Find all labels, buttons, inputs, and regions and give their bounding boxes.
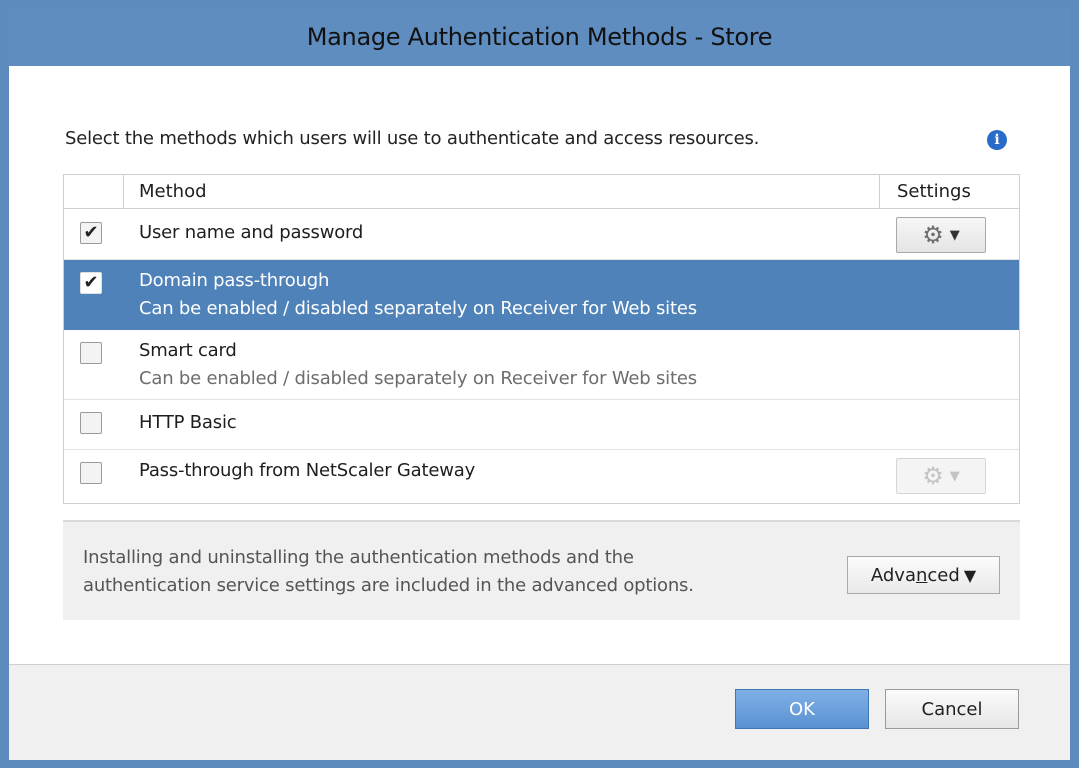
advanced-description-line: Installing and uninstalling the authenti… xyxy=(83,547,634,568)
header-settings[interactable]: Settings xyxy=(880,175,1019,209)
advanced-options-panel: Installing and uninstalling the authenti… xyxy=(63,520,1020,620)
settings-gear-button[interactable]: ⚙ ▼ xyxy=(896,217,986,253)
checkbox-smart-card[interactable] xyxy=(80,342,102,364)
checkbox-username-password[interactable]: ✔ xyxy=(80,222,102,244)
advanced-button[interactable]: Advanced ▼ xyxy=(847,556,1000,594)
caret-down-icon: ▼ xyxy=(963,565,977,585)
header-method[interactable]: Method xyxy=(124,175,880,209)
header-check-column xyxy=(64,175,124,209)
advanced-button-label: Advanced xyxy=(870,564,960,586)
checkbox-http-basic[interactable] xyxy=(80,412,102,434)
method-label: Domain pass-through xyxy=(139,270,330,291)
method-label: Smart card xyxy=(139,340,237,361)
dialog-title: Manage Authentication Methods - Store xyxy=(306,23,773,51)
dialog-window: Manage Authentication Methods - Store Se… xyxy=(0,0,1079,768)
caret-down-icon: ▼ xyxy=(949,468,960,484)
method-label: Pass-through from NetScaler Gateway xyxy=(139,460,476,481)
method-row-http-basic[interactable]: HTTP Basic xyxy=(64,400,1019,450)
title-bar: Manage Authentication Methods - Store xyxy=(9,8,1070,66)
method-note: Can be enabled / disabled separately on … xyxy=(139,298,697,319)
checkbox-netscaler-gateway[interactable] xyxy=(80,462,102,484)
ok-button[interactable]: OK xyxy=(735,689,869,729)
settings-gear-button-disabled[interactable]: ⚙ ▼ xyxy=(896,458,986,494)
method-row-domain-pass-through[interactable]: ✔ Domain pass-through Can be enabled / d… xyxy=(64,260,1019,330)
gear-icon: ⚙ xyxy=(922,462,944,490)
dialog-footer: OK Cancel xyxy=(9,664,1070,760)
method-label: HTTP Basic xyxy=(139,412,237,433)
info-icon[interactable]: i xyxy=(987,130,1007,150)
method-row-smart-card[interactable]: Smart card Can be enabled / disabled sep… xyxy=(64,330,1019,400)
instruction-text: Select the methods which users will use … xyxy=(65,128,760,149)
method-row-username-password[interactable]: ✔ User name and password ⚙ ▼ xyxy=(64,210,1019,260)
gear-icon: ⚙ xyxy=(922,221,944,249)
method-label: User name and password xyxy=(139,222,364,243)
advanced-description: Installing and uninstalling the authenti… xyxy=(83,544,803,600)
dialog-body: Select the methods which users will use … xyxy=(9,66,1070,760)
checkbox-domain-pass-through[interactable]: ✔ xyxy=(80,272,102,294)
method-note: Can be enabled / disabled separately on … xyxy=(139,368,697,389)
advanced-description-line: authentication service settings are incl… xyxy=(83,575,694,596)
methods-grid: Method Settings ✔ User name and password… xyxy=(63,174,1020,504)
caret-down-icon: ▼ xyxy=(949,227,960,243)
cancel-button[interactable]: Cancel xyxy=(885,689,1019,729)
method-row-netscaler-gateway[interactable]: Pass-through from NetScaler Gateway ⚙ ▼ xyxy=(64,450,1019,503)
checkmark-icon: ✔ xyxy=(83,222,99,243)
grid-header: Method Settings xyxy=(64,175,1019,209)
checkmark-icon: ✔ xyxy=(83,272,99,293)
